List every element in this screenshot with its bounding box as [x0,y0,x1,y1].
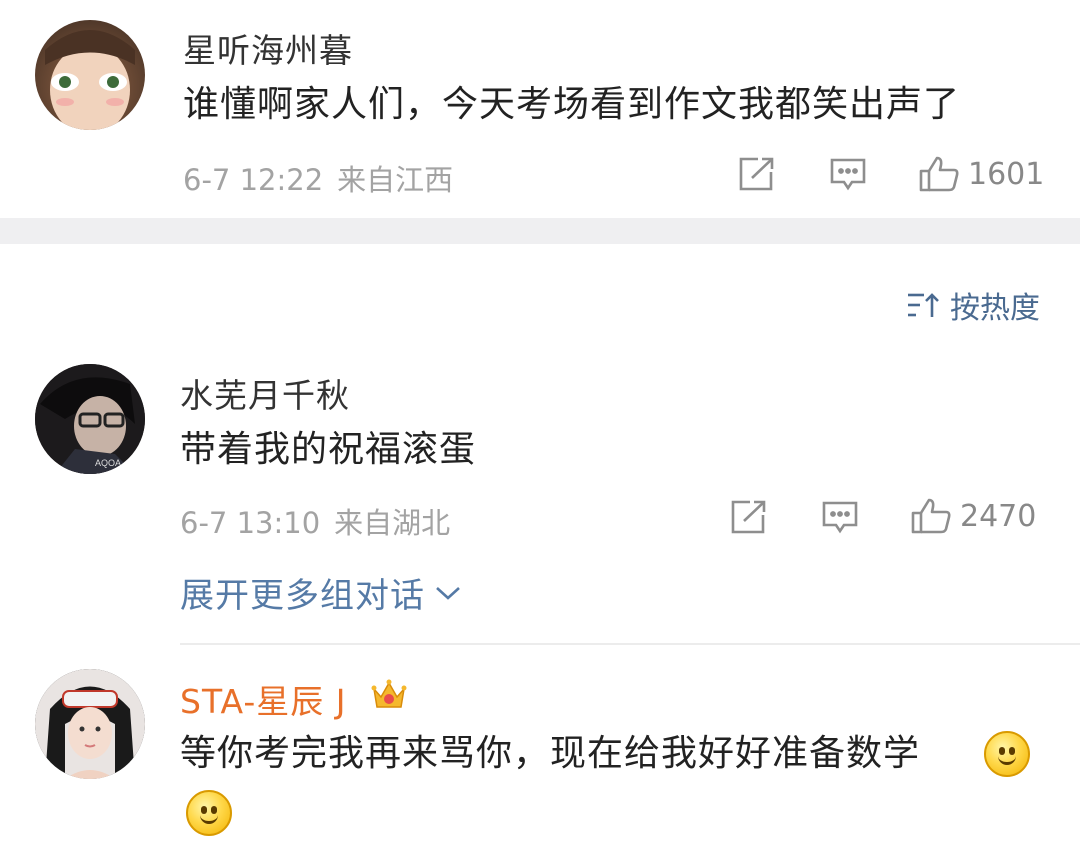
comment-icon [822,501,858,534]
crown-badge-icon [371,679,407,708]
comment-button[interactable] [829,157,867,191]
section-divider [0,218,1080,244]
username[interactable]: 水芜月千秋 [180,369,350,417]
expand-more-replies-button[interactable]: 展开更多组对话 [180,568,461,617]
username[interactable]: STA-星辰 J [180,675,347,723]
comment-text: 谁懂啊家人们，今天考场看到作文我都笑出声了 [183,84,961,125]
sort-label: 按热度 [950,291,1040,326]
avatar[interactable]: AQOA [35,364,145,474]
smile-emoji-icon [984,731,1030,777]
username[interactable]: 星听海州暮 [183,24,353,72]
svg-text:AQOA: AQOA [95,458,121,468]
like-count: 2470 [960,498,1037,534]
share-icon [731,500,766,534]
sort-by-hot-button[interactable]: 按热度 [906,283,1040,327]
reply-divider [180,643,1080,645]
like-icon [911,498,951,534]
like-count: 1601 [968,156,1045,192]
like-button[interactable]: 2470 [910,497,1036,535]
comment-text: 带着我的祝福滚蛋 [180,429,477,470]
comment-text: 等你考完我再来骂你，现在给我好好准备数学 [180,733,921,774]
like-icon [919,156,959,192]
comment-meta: 6-7 12:22 来自江西 [183,157,453,199]
share-button[interactable] [738,156,776,192]
comment-button[interactable] [821,500,859,534]
comment-meta: 6-7 13:10 来自湖北 [180,500,450,542]
comment-location: 来自江西 [337,163,454,197]
avatar[interactable] [35,20,145,130]
comment-location: 来自湖北 [334,506,451,540]
comment-date: 6-7 13:10 [180,506,321,540]
avatar[interactable] [35,669,145,779]
comment-list: 星听海州暮 谁懂啊家人们，今天考场看到作文我都笑出声了 6-7 12:22 来自江… [0,0,1080,861]
share-button[interactable] [730,499,768,535]
expand-label: 展开更多组对话 [180,576,425,616]
like-button[interactable]: 1601 [918,155,1044,193]
sort-icon [908,293,939,317]
chevron-down-icon [436,586,460,600]
share-icon [739,157,774,191]
comment-icon [830,158,866,191]
comment-date: 6-7 12:22 [183,163,324,197]
smile-emoji-icon [186,790,232,836]
